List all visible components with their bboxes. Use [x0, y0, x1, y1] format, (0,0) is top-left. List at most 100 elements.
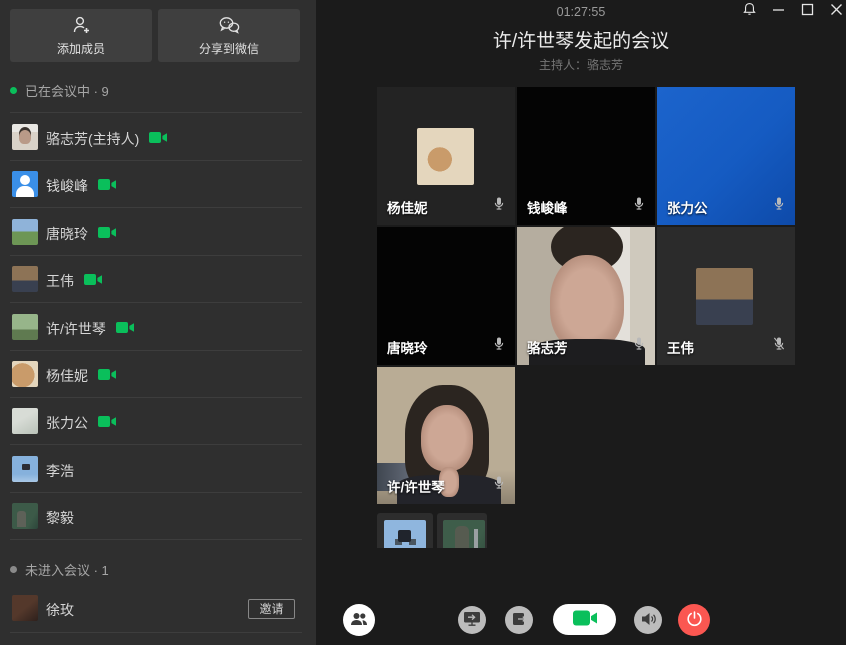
- member-sidebar: 添加成员 分享到微信 已在会议中 · 9 骆志芳(主持人) 钱峻峰唐晓玲王伟许/许…: [0, 0, 316, 645]
- list-item-member[interactable]: 唐晓玲: [0, 208, 316, 256]
- member-name: 黎毅: [46, 508, 74, 528]
- not-joined-header-label: 未进入会议 · 1: [25, 560, 109, 579]
- camera-on-icon: [570, 609, 600, 630]
- window-share-button[interactable]: [505, 606, 533, 634]
- in-meeting-header-label: 已在会议中 · 9: [25, 81, 109, 100]
- video-tile[interactable]: 杨佳妮: [377, 87, 515, 225]
- member-name: 徐玫: [46, 600, 74, 620]
- in-meeting-section-header: 已在会议中 · 9: [10, 81, 109, 100]
- share-wechat-label: 分享到微信: [199, 40, 259, 57]
- avatar: [12, 456, 38, 482]
- member-name: 张力公: [46, 413, 88, 433]
- mic-icon: [491, 195, 507, 217]
- member-name: 王伟: [46, 271, 74, 291]
- video-tile[interactable]: 唐晓玲: [377, 227, 515, 365]
- end-meeting-button[interactable]: [678, 604, 710, 636]
- participant-thumbnail[interactable]: [437, 513, 487, 548]
- tile-participant-name: 王伟: [667, 337, 694, 357]
- speaker-button[interactable]: [634, 606, 662, 634]
- video-tile[interactable]: 张力公: [657, 87, 795, 225]
- bell-icon[interactable]: [741, 1, 757, 17]
- window-controls: [741, 1, 846, 17]
- window-share-icon: [511, 611, 528, 630]
- tile-participant-name: 唐晓玲: [387, 337, 428, 357]
- tile-participant-name: 许/许世琴: [387, 476, 445, 496]
- list-item-not-joined[interactable]: 徐玫 邀请: [0, 584, 316, 632]
- not-joined-section-header: 未进入会议 · 1: [10, 560, 109, 579]
- power-icon: [686, 610, 703, 630]
- maximize-icon[interactable]: [799, 1, 815, 17]
- avatar: [12, 595, 38, 621]
- camera-on-icon: [116, 321, 135, 339]
- avatar: [12, 408, 38, 434]
- video-tile[interactable]: 王伟: [657, 227, 795, 365]
- in-meeting-status-dot: [10, 87, 17, 94]
- members-icon: [349, 611, 369, 630]
- meeting-host-label: 主持人：骆志芳: [316, 56, 846, 73]
- video-feed-detail: [421, 405, 473, 471]
- add-member-button[interactable]: 添加成员: [10, 9, 152, 62]
- add-member-label: 添加成员: [57, 40, 105, 57]
- member-name: 李浩: [46, 461, 74, 481]
- avatar: [417, 128, 474, 185]
- member-name: 钱峻峰: [46, 176, 88, 196]
- list-item-member[interactable]: 骆志芳(主持人): [0, 113, 316, 161]
- screen-share-icon: [463, 610, 481, 630]
- mic-icon: [631, 335, 647, 357]
- camera-on-icon: [84, 273, 103, 291]
- camera-on-icon: [98, 368, 117, 386]
- wechat-icon: [217, 15, 241, 35]
- not-joined-status-dot: [10, 566, 17, 573]
- member-name: 许/许世琴: [46, 319, 106, 339]
- avatar: [696, 268, 753, 325]
- camera-on-icon: [98, 178, 117, 196]
- avatar: [12, 314, 38, 340]
- tile-participant-name: 张力公: [667, 197, 708, 217]
- mic-icon: [631, 195, 647, 217]
- participant-thumbnail[interactable]: [377, 513, 433, 548]
- close-icon[interactable]: [828, 1, 844, 17]
- avatar: [12, 503, 38, 529]
- tile-participant-name: 杨佳妮: [387, 197, 428, 217]
- video-tile[interactable]: 钱峻峰: [517, 87, 655, 225]
- list-item-member[interactable]: 李浩: [0, 445, 316, 493]
- camera-on-icon: [98, 226, 117, 244]
- member-name: 骆志芳(主持人): [46, 129, 139, 149]
- divider: [10, 539, 302, 540]
- tile-participant-name: 骆志芳: [527, 337, 568, 357]
- avatar: [12, 219, 38, 245]
- list-item-member[interactable]: 钱峻峰: [0, 160, 316, 208]
- mic-icon: [491, 474, 507, 496]
- members-button[interactable]: [343, 604, 375, 636]
- avatar: [12, 171, 38, 197]
- camera-on-icon: [98, 415, 117, 433]
- avatar: [12, 124, 38, 150]
- tile-participant-name: 钱峻峰: [527, 197, 568, 217]
- add-person-icon: [70, 15, 92, 35]
- mic-icon: [491, 335, 507, 357]
- page-title: 许/许世琴发起的会议: [316, 26, 846, 53]
- list-item-member[interactable]: 杨佳妮: [0, 350, 316, 398]
- list-item-member[interactable]: 许/许世琴: [0, 303, 316, 351]
- list-item-member[interactable]: 王伟: [0, 255, 316, 303]
- speaker-icon: [640, 611, 657, 630]
- list-item-member[interactable]: 黎毅: [0, 492, 316, 540]
- member-name: 唐晓玲: [46, 224, 88, 244]
- avatar: [384, 520, 426, 548]
- invite-button[interactable]: 邀请: [248, 599, 295, 619]
- avatar: [12, 266, 38, 292]
- screen-share-button[interactable]: [458, 606, 486, 634]
- camera-on-icon: [149, 131, 168, 149]
- list-item-member[interactable]: 张力公: [0, 397, 316, 445]
- video-tile[interactable]: 骆志芳: [517, 227, 655, 365]
- avatar: [12, 361, 38, 387]
- member-name: 杨佳妮: [46, 366, 88, 386]
- mic-muted-icon: [771, 335, 787, 357]
- share-to-wechat-button[interactable]: 分享到微信: [158, 9, 300, 62]
- divider: [10, 632, 302, 633]
- mic-icon: [771, 195, 787, 217]
- video-tile[interactable]: 许/许世琴: [377, 367, 515, 504]
- avatar: [443, 520, 485, 548]
- camera-toggle-button[interactable]: [553, 604, 616, 635]
- minimize-icon[interactable]: [770, 1, 786, 17]
